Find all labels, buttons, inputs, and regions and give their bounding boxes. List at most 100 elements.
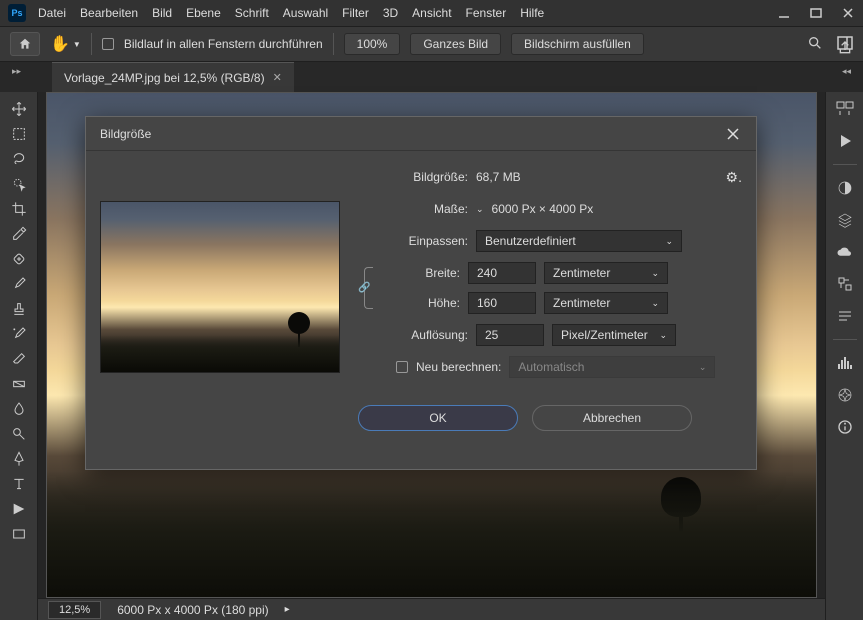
width-input[interactable] xyxy=(468,262,536,284)
type-tool[interactable] xyxy=(5,471,33,496)
status-bar: 12,5% 6000 Px x 4000 Px (180 ppi) ▸ xyxy=(38,598,825,620)
play-icon[interactable] xyxy=(831,128,859,154)
constrain-link[interactable]: 🔗 xyxy=(358,261,378,315)
path-tool[interactable] xyxy=(5,496,33,521)
preview-thumbnail[interactable] xyxy=(100,201,340,373)
dimensions-value: 6000 Px × 4000 Px xyxy=(492,202,594,216)
document-info[interactable]: 6000 Px x 4000 Px (180 ppi) xyxy=(117,603,268,617)
fill-screen-button[interactable]: Bildschirm ausfüllen xyxy=(511,33,644,55)
resample-checkbox[interactable] xyxy=(396,361,408,373)
share-icon[interactable] xyxy=(837,40,853,59)
chevron-down-icon: ⌄ xyxy=(651,298,659,309)
info-icon[interactable] xyxy=(831,414,859,440)
menu-help[interactable]: Hilfe xyxy=(520,6,544,20)
height-unit-select[interactable]: Zentimeter⌄ xyxy=(544,292,668,314)
eyedropper-tool[interactable] xyxy=(5,221,33,246)
resolution-input[interactable] xyxy=(476,324,544,346)
resample-label: Neu berechnen: xyxy=(416,360,501,374)
ok-button[interactable]: OK xyxy=(358,405,518,431)
dialog-title: Bildgröße xyxy=(100,127,151,141)
menu-file[interactable]: Datei xyxy=(38,6,66,20)
maximize-button[interactable] xyxy=(809,6,823,20)
menubar: Ps Datei Bearbeiten Bild Ebene Schrift A… xyxy=(0,0,863,26)
brush-tool[interactable] xyxy=(5,271,33,296)
menu-3d[interactable]: 3D xyxy=(383,6,398,20)
chevron-down-icon: ▼ xyxy=(73,40,81,49)
filesize-value: 68,7 MB xyxy=(476,170,521,184)
panel-85-icon[interactable] xyxy=(831,96,859,122)
histogram-icon[interactable] xyxy=(831,350,859,376)
stamp-tool[interactable] xyxy=(5,296,33,321)
move-tool[interactable] xyxy=(5,96,33,121)
navigator-icon[interactable] xyxy=(831,382,859,408)
marquee-tool[interactable] xyxy=(5,121,33,146)
height-input[interactable] xyxy=(468,292,536,314)
menu-layer[interactable]: Ebene xyxy=(186,6,221,20)
app-logo: Ps xyxy=(8,4,26,22)
chevron-down-icon: ⌄ xyxy=(699,362,707,373)
document-tab[interactable]: Vorlage_24MP.jpg bei 12,5% (RGB/8) ✕ xyxy=(52,62,294,92)
scroll-all-label: Bildlauf in allen Fenstern durchführen xyxy=(124,37,323,51)
close-button[interactable] xyxy=(841,6,855,20)
chevron-right-icon[interactable]: ▸ xyxy=(285,604,290,615)
healing-tool[interactable] xyxy=(5,246,33,271)
close-tab-icon[interactable]: ✕ xyxy=(273,71,282,84)
expand-left-icon[interactable]: ▸▸ xyxy=(12,66,21,77)
cloud-icon[interactable] xyxy=(831,239,859,265)
resample-select: Automatisch⌄ xyxy=(509,356,715,378)
scroll-all-checkbox[interactable] xyxy=(102,38,114,50)
menu-type[interactable]: Schrift xyxy=(235,6,269,20)
contrast-icon[interactable] xyxy=(831,175,859,201)
main-menu: Datei Bearbeiten Bild Ebene Schrift Ausw… xyxy=(38,6,544,20)
history-brush-tool[interactable] xyxy=(5,321,33,346)
menu-window[interactable]: Fenster xyxy=(466,6,507,20)
image-size-dialog: Bildgröße Bildgröße: 68,7 MB ⚙. Maße: ⌄ … xyxy=(85,116,757,470)
minimize-button[interactable] xyxy=(777,6,791,20)
link-icon: 🔗 xyxy=(358,283,370,294)
dimensions-label: Maße: xyxy=(358,202,468,216)
chevron-down-icon: ⌄ xyxy=(659,330,667,341)
tools-panel xyxy=(0,92,38,620)
zoom-level[interactable]: 12,5% xyxy=(48,601,101,619)
document-tabs: Vorlage_24MP.jpg bei 12,5% (RGB/8) ✕ xyxy=(0,62,863,92)
chevron-down-icon: ⌄ xyxy=(651,268,659,279)
menu-view[interactable]: Ansicht xyxy=(412,6,451,20)
menu-filter[interactable]: Filter xyxy=(342,6,369,20)
dimensions-dropdown-icon[interactable]: ⌄ xyxy=(476,204,484,215)
menu-select[interactable]: Auswahl xyxy=(283,6,328,20)
fit-screen-button[interactable]: Ganzes Bild xyxy=(410,33,501,55)
home-button[interactable] xyxy=(10,32,40,56)
width-unit-select[interactable]: Zentimeter⌄ xyxy=(544,262,668,284)
zoom-100-button[interactable]: 100% xyxy=(344,33,401,55)
quick-select-tool[interactable] xyxy=(5,171,33,196)
window-controls xyxy=(777,6,855,20)
chevron-down-icon: ⌄ xyxy=(665,236,673,247)
eraser-tool[interactable] xyxy=(5,346,33,371)
cancel-button[interactable]: Abbrechen xyxy=(532,405,692,431)
gradient-tool[interactable] xyxy=(5,371,33,396)
pen-tool[interactable] xyxy=(5,446,33,471)
width-label: Breite: xyxy=(374,266,460,280)
rectangle-tool[interactable] xyxy=(5,521,33,546)
search-icon[interactable] xyxy=(807,35,823,54)
tool-preset[interactable]: ✋▼ xyxy=(50,34,81,54)
image-size-form: Bildgröße: 68,7 MB ⚙. Maße: ⌄ 6000 Px × … xyxy=(358,165,742,431)
resolution-unit-select[interactable]: Pixel/Zentimeter⌄ xyxy=(552,324,676,346)
dodge-tool[interactable] xyxy=(5,421,33,446)
layers-icon[interactable] xyxy=(831,207,859,233)
paragraph-icon[interactable] xyxy=(831,303,859,329)
crop-tool[interactable] xyxy=(5,196,33,221)
menu-edit[interactable]: Bearbeiten xyxy=(80,6,138,20)
menu-image[interactable]: Bild xyxy=(152,6,172,20)
lasso-tool[interactable] xyxy=(5,146,33,171)
pathfinder-icon[interactable] xyxy=(831,271,859,297)
options-bar: ✋▼ Bildlauf in allen Fenstern durchführe… xyxy=(0,26,863,62)
blur-tool[interactable] xyxy=(5,396,33,421)
fit-select[interactable]: Benutzerdefiniert⌄ xyxy=(476,230,682,252)
panels-dock xyxy=(825,92,863,620)
dialog-close-button[interactable] xyxy=(724,125,742,143)
gear-icon[interactable]: ⚙. xyxy=(726,169,742,186)
filesize-label: Bildgröße: xyxy=(358,170,468,184)
expand-right-icon[interactable]: ◂◂ xyxy=(842,66,851,77)
height-label: Höhe: xyxy=(374,296,460,310)
